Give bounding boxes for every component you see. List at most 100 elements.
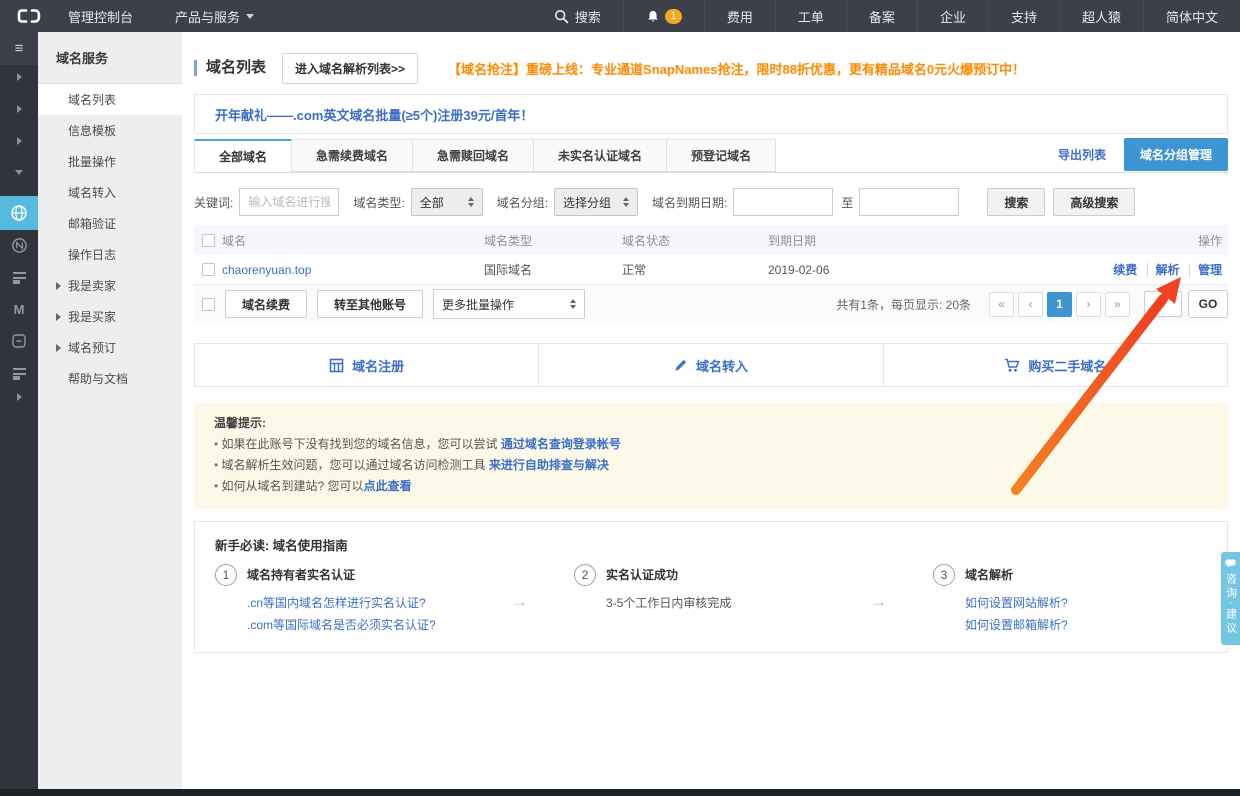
topnav-language[interactable]: 简体中文 (1143, 0, 1240, 32)
select-all-checkbox[interactable] (202, 234, 215, 247)
topnav-enterprise[interactable]: 企业 (917, 0, 988, 32)
row-checkbox[interactable] (202, 263, 215, 276)
rail-caret-2-icon[interactable] (0, 95, 38, 123)
expiry-start-input[interactable] (733, 188, 833, 216)
topnav-icp[interactable]: 备案 (846, 0, 917, 32)
email-dns-faq-link[interactable]: 如何设置邮箱解析? (965, 614, 1068, 636)
next-page-button[interactable]: › (1076, 292, 1101, 317)
export-list-link[interactable]: 导出列表 (1058, 146, 1106, 163)
tab-redeem-urgent[interactable]: 急需赎回域名 (412, 139, 534, 172)
renew-action-link[interactable]: 续费 (1113, 263, 1137, 277)
sidebar-item-domain-list[interactable]: 域名列表 (38, 84, 182, 115)
sidebar-item-reservation[interactable]: 域名预订 (38, 332, 182, 363)
promotion-notice-link[interactable]: 开年献礼——.com英文域名批量(≥5个)注册39元/首年！ (215, 105, 533, 124)
domain-type-cell: 国际域名 (484, 261, 622, 278)
page-title: 域名列表 (194, 60, 266, 76)
topnav-tickets[interactable]: 工单 (775, 0, 846, 32)
rail-caret-down-icon[interactable] (0, 158, 38, 186)
domain-group-select[interactable]: 选择分组 (554, 188, 638, 216)
top-navbar: 管理控制台 产品与服务 搜索 1 费用 工单 备案 企业 支持 超人猿 简体中文 (0, 0, 1240, 32)
type-label: 域名类型: (353, 194, 404, 211)
console-home-link[interactable]: 管理控制台 (68, 7, 133, 26)
tip-line: 域名解析生效问题，您可以通过域名访问检测工具 来进行自助排查与解决 (214, 455, 1208, 476)
col-expiry: 到期日期 (768, 232, 1000, 249)
batch-renew-button[interactable]: 域名续费 (225, 290, 307, 318)
last-page-button[interactable]: » (1105, 292, 1130, 317)
notifications-button[interactable]: 1 (623, 0, 704, 32)
step-number-badge: 3 (933, 564, 955, 586)
self-check-tool-link[interactable]: 来进行自助排查与解决 (489, 458, 609, 472)
select-arrows-icon (623, 197, 629, 207)
domain-tabs: 全部域名 急需续费域名 急需赎回域名 未实名认证域名 预登记域名 导出列表 域名… (194, 140, 1228, 173)
sidebar-item-seller[interactable]: 我是卖家 (38, 270, 182, 301)
goto-dns-list-button[interactable]: 进入域名解析列表>> (282, 53, 418, 84)
query-login-account-link[interactable]: 通过域名查询登录帐号 (501, 437, 621, 451)
search-submit-button[interactable]: 搜索 (987, 188, 1045, 216)
page-jump-input[interactable] (1144, 291, 1182, 317)
domain-type-select[interactable]: 全部 (411, 188, 483, 216)
tab-renewal-urgent[interactable]: 急需续费域名 (291, 139, 413, 172)
console-logo-icon[interactable] (16, 8, 42, 24)
page-go-button[interactable]: GO (1188, 290, 1228, 318)
domain-expiry-cell: 2019-02-06 (768, 263, 1000, 277)
domain-link[interactable]: chaorenyuan.top (222, 263, 311, 277)
batch-select-checkbox[interactable] (202, 298, 215, 311)
beginner-guide: 新手必读: 域名使用指南 1 域名持有者实名认证 .cn等国内域名怎样进行实名认… (194, 521, 1228, 653)
rail-caret-4-icon[interactable] (0, 383, 38, 411)
manage-action-link[interactable]: 管理 (1189, 263, 1222, 277)
step-number-badge: 1 (215, 564, 237, 586)
advanced-search-button[interactable]: 高级搜索 (1053, 188, 1135, 216)
sidebar-item-info-template[interactable]: 信息模板 (38, 115, 182, 146)
page-1-button[interactable]: 1 (1047, 292, 1072, 317)
first-page-button[interactable]: « (989, 292, 1014, 317)
expand-caret-icon (56, 344, 61, 352)
promotion-notice-bar: 开年献礼——.com英文域名批量(≥5个)注册39元/首年！ (194, 94, 1228, 134)
sidebar-item-op-log[interactable]: 操作日志 (38, 239, 182, 270)
sidebar-item-buyer[interactable]: 我是买家 (38, 301, 182, 332)
bottom-edge-bar (0, 789, 1240, 796)
sidebar-item-help-docs[interactable]: 帮助与文档 (38, 363, 182, 394)
m-service-rail-icon[interactable]: M (0, 295, 38, 323)
batch-transfer-button[interactable]: 转至其他账号 (317, 290, 423, 318)
topnav-account[interactable]: 超人猿 (1059, 0, 1143, 32)
feedback-side-tab[interactable]: 咨询·建议 (1221, 552, 1240, 645)
topnav-billing[interactable]: 费用 (704, 0, 775, 32)
products-services-menu[interactable]: 产品与服务 (175, 7, 254, 26)
topnav-support[interactable]: 支持 (988, 0, 1059, 32)
quick-register-domain[interactable]: 域名注册 (195, 344, 538, 386)
com-realname-faq-link[interactable]: .com等国际域名是否必须实名认证? (247, 614, 436, 636)
tab-preregistered[interactable]: 预登记域名 (666, 139, 776, 172)
server-rail-icon[interactable] (0, 263, 38, 291)
keyword-input[interactable] (239, 188, 339, 216)
cart-icon (1004, 358, 1020, 373)
cn-realname-faq-link[interactable]: .cn等国内域名怎样进行实名认证? (247, 592, 436, 614)
tab-unverified[interactable]: 未实名认证域名 (533, 139, 667, 172)
more-batch-ops-select[interactable]: 更多批量操作 (433, 289, 585, 319)
view-here-link[interactable]: 点此查看 (364, 479, 412, 493)
dnspod-rail-icon[interactable] (0, 231, 38, 259)
promo-banner-text[interactable]: 【域名抢注】重磅上线：专业通道SnapNames抢注，限时88折优惠，更有精品域… (448, 59, 1025, 78)
quick-buy-secondhand[interactable]: 购买二手域名 (883, 344, 1227, 386)
domain-service-rail-icon[interactable] (0, 196, 38, 230)
resolve-action-link[interactable]: 解析 (1147, 263, 1180, 277)
prev-page-button[interactable]: ‹ (1018, 292, 1043, 317)
collapse-menu-icon[interactable]: ≡ (0, 32, 38, 65)
rail-caret-1-icon[interactable] (0, 63, 38, 91)
domain-table: 域名 域名类型 域名状态 到期日期 操作 chaorenyuan.top 国际域… (194, 225, 1228, 285)
col-domain: 域名 (222, 232, 484, 249)
sidebar-item-transfer-in[interactable]: 域名转入 (38, 177, 182, 208)
quick-transfer-in[interactable]: 域名转入 (538, 344, 882, 386)
step-number-badge: 2 (574, 564, 596, 586)
col-type: 域名类型 (484, 232, 622, 249)
rail-caret-3-icon[interactable] (0, 127, 38, 155)
website-dns-faq-link[interactable]: 如何设置网站解析? (965, 592, 1068, 614)
sidebar-item-email-verify[interactable]: 邮箱验证 (38, 208, 182, 239)
app-rail-icon[interactable] (0, 327, 38, 355)
search-button[interactable]: 搜索 (532, 0, 623, 32)
table-header-row: 域名 域名类型 域名状态 到期日期 操作 (194, 225, 1228, 255)
guide-step-1: 1 域名持有者实名认证 .cn等国内域名怎样进行实名认证? .com等国际域名是… (215, 566, 465, 636)
expiry-end-input[interactable] (859, 188, 959, 216)
sidebar-item-batch-ops[interactable]: 批量操作 (38, 146, 182, 177)
tab-all-domains[interactable]: 全部域名 (194, 139, 292, 172)
domain-group-manage-button[interactable]: 域名分组管理 (1124, 138, 1228, 171)
